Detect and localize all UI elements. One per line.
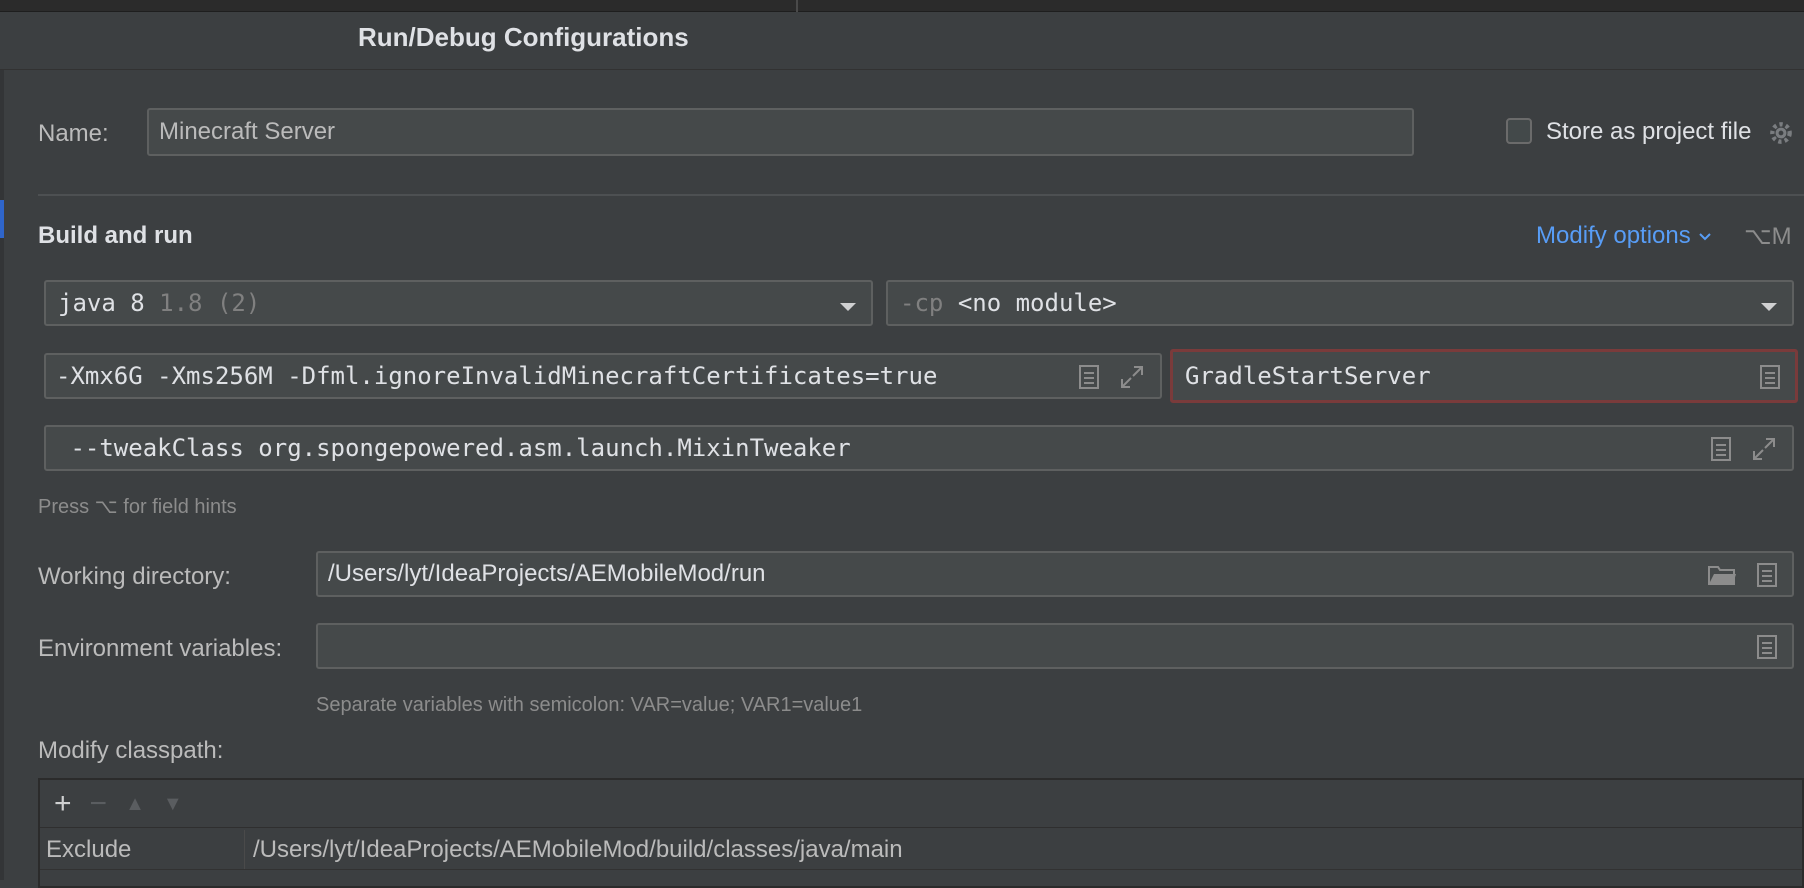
name-label: Name:	[38, 120, 109, 147]
modify-classpath-label: Modify classpath:	[38, 737, 224, 764]
document-icon[interactable]	[1708, 435, 1734, 463]
store-as-project-checkbox[interactable]	[1506, 118, 1532, 144]
expand-icon[interactable]	[1750, 435, 1778, 463]
add-icon[interactable]: +	[54, 788, 72, 819]
program-arguments-value: --tweakClass org.spongepowered.asm.launc…	[56, 434, 851, 462]
main-class-input[interactable]: GradleStartServer	[1170, 349, 1798, 403]
document-icon[interactable]	[1757, 363, 1783, 391]
dropdown-arrow-icon	[1760, 294, 1778, 322]
dropdown-arrow-icon	[839, 294, 857, 322]
module-prefix: -cp	[900, 289, 944, 317]
environment-variables-input[interactable]	[316, 623, 1794, 669]
move-up-icon[interactable]: ▲	[125, 794, 145, 814]
left-panel-selection	[0, 200, 4, 238]
program-arguments-input[interactable]: --tweakClass org.spongepowered.asm.launc…	[44, 425, 1794, 471]
section-separator	[38, 194, 1804, 196]
dialog-titlebar	[0, 12, 1804, 70]
expand-icon[interactable]	[1118, 363, 1146, 391]
store-as-project-label: Store as project file	[1546, 118, 1752, 145]
document-icon[interactable]	[1076, 363, 1102, 391]
top-strip	[0, 0, 1804, 12]
modify-options-label: Modify options	[1536, 222, 1691, 249]
table-row[interactable]: Exclude /Users/lyt/IdeaProjects/AEMobile…	[40, 830, 1802, 870]
build-and-run-title: Build and run	[38, 222, 193, 249]
environment-variables-label: Environment variables:	[38, 635, 283, 662]
working-directory-input[interactable]: /Users/lyt/IdeaProjects/AEMobileMod/run	[316, 551, 1794, 597]
gear-icon[interactable]	[1766, 118, 1796, 148]
remove-icon[interactable]: −	[90, 788, 108, 819]
modify-options-shortcut: ⌥M	[1744, 223, 1792, 250]
vm-options-input[interactable]: -Xmx6G -Xms256M -Dfml.ignoreInvalidMinec…	[44, 353, 1162, 399]
name-input[interactable]: Minecraft Server	[147, 108, 1414, 156]
classpath-type-cell: Exclude	[40, 830, 245, 869]
document-icon[interactable]	[1754, 633, 1780, 661]
name-input-value: Minecraft Server	[159, 118, 336, 145]
working-directory-value: /Users/lyt/IdeaProjects/AEMobileMod/run	[328, 560, 766, 587]
classpath-toolbar: + − ▲ ▼	[40, 780, 1802, 828]
modify-options-link[interactable]: Modify options	[1536, 222, 1713, 250]
left-panel-edge	[0, 70, 4, 880]
working-directory-label: Working directory:	[38, 563, 231, 590]
jre-name: java 8	[58, 289, 145, 317]
vm-options-value: -Xmx6G -Xms256M -Dfml.ignoreInvalidMinec…	[56, 362, 938, 390]
top-strip-divider	[796, 0, 798, 12]
document-icon[interactable]	[1754, 561, 1780, 589]
module-value: <no module>	[957, 289, 1117, 317]
module-dropdown[interactable]: -cp <no module>	[886, 280, 1794, 326]
field-hints-text: Press ⌥ for field hints	[38, 496, 237, 518]
jre-version: 1.8 (2)	[159, 289, 261, 317]
jre-dropdown[interactable]: java 8 1.8 (2)	[44, 280, 873, 326]
classpath-path-cell: /Users/lyt/IdeaProjects/AEMobileMod/buil…	[253, 835, 903, 863]
main-class-value: GradleStartServer	[1185, 362, 1431, 390]
chevron-down-icon	[1697, 228, 1713, 244]
dialog-title: Run/Debug Configurations	[358, 22, 689, 52]
environment-variables-hint: Separate variables with semicolon: VAR=v…	[316, 694, 863, 716]
folder-icon[interactable]	[1706, 561, 1738, 589]
move-down-icon[interactable]: ▼	[163, 794, 183, 814]
